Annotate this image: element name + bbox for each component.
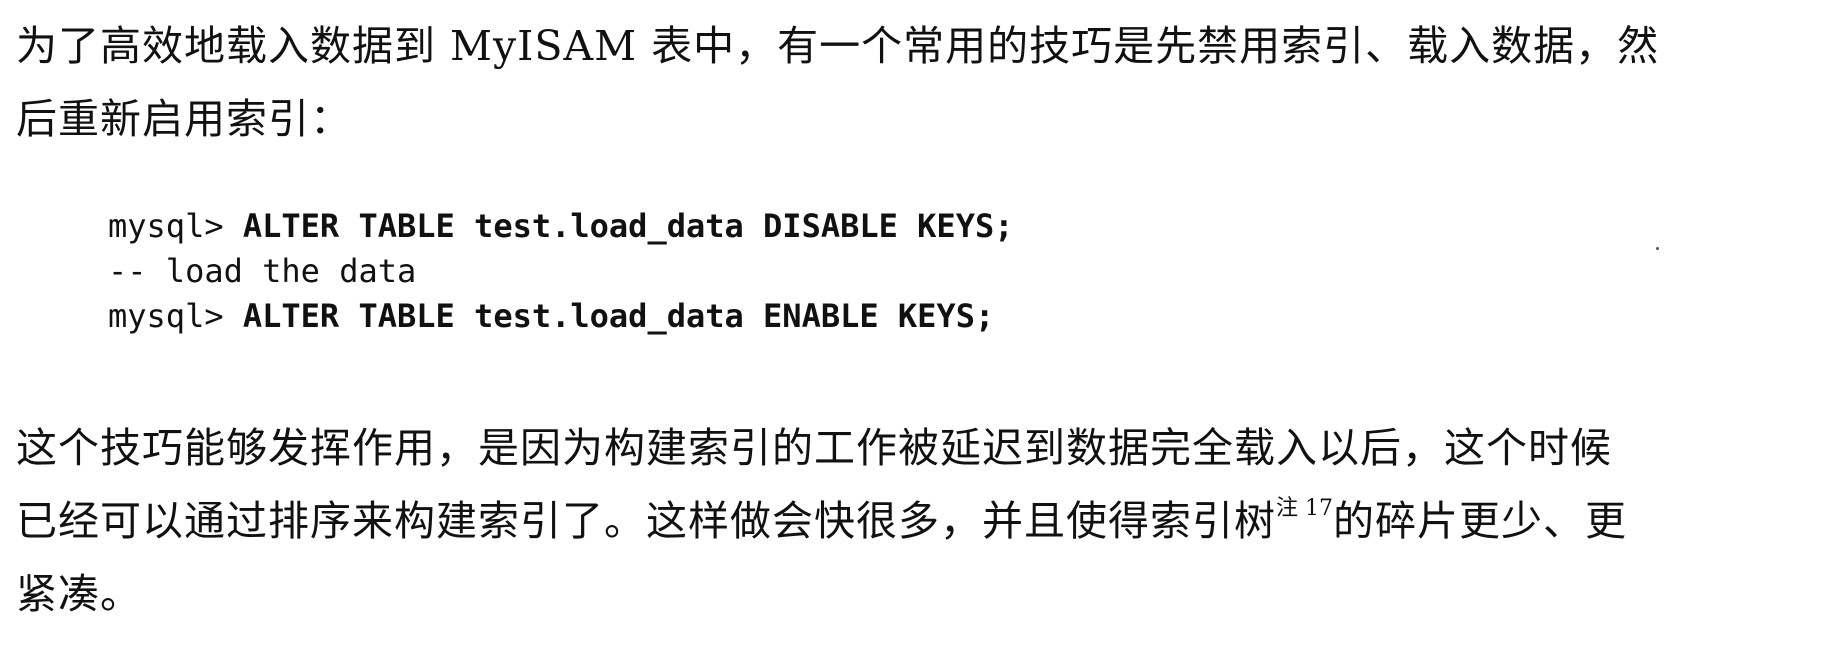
mysql-prompt: mysql> [108,207,243,245]
footnote-marker[interactable]: 注 17 [1276,496,1333,521]
intro-line-2: 后重新启用索引： [16,95,352,143]
code-line-disable-keys: mysql> ALTER TABLE test.load_data DISABL… [108,207,1013,245]
scan-speck [1656,247,1659,250]
explanation-line-2-tail: 的碎片更少、更 [1333,497,1627,545]
load-data-comment: -- load the data [108,252,417,290]
explanation-line-1: 这个技巧能够发挥作用，是因为构建索引的工作被延迟到数据完全载入以后，这个时候 [16,424,1612,472]
intro-line-1: 为了高效地载入数据到 MyISAM 表中，有一个常用的技巧是先禁用索引、载入数据… [16,22,1660,70]
explanation-line-3: 紧凑。 [16,570,142,618]
sql-code-block: mysql> ALTER TABLE test.load_data DISABL… [108,204,1013,339]
book-page: 为了高效地载入数据到 MyISAM 表中，有一个常用的技巧是先禁用索引、载入数据… [0,0,1828,652]
code-line-enable-keys: mysql> ALTER TABLE test.load_data ENABLE… [108,297,994,335]
intro-paragraph: 为了高效地载入数据到 MyISAM 表中，有一个常用的技巧是先禁用索引、载入数据… [16,10,1806,156]
explanation-line-2-text: 已经可以通过排序来构建索引了。这样做会快很多，并且使得索引树 [16,497,1276,545]
disable-keys-command: ALTER TABLE test.load_data DISABLE KEYS; [242,207,1014,245]
explanation-paragraph: 这个技巧能够发挥作用，是因为构建索引的工作被延迟到数据完全载入以后，这个时候 已… [16,412,1806,631]
explanation-line-2: 已经可以通过排序来构建索引了。这样做会快很多，并且使得索引树注 17的碎片更少、… [16,485,1806,558]
enable-keys-command: ALTER TABLE test.load_data ENABLE KEYS; [242,297,995,335]
mysql-prompt: mysql> [108,297,243,335]
